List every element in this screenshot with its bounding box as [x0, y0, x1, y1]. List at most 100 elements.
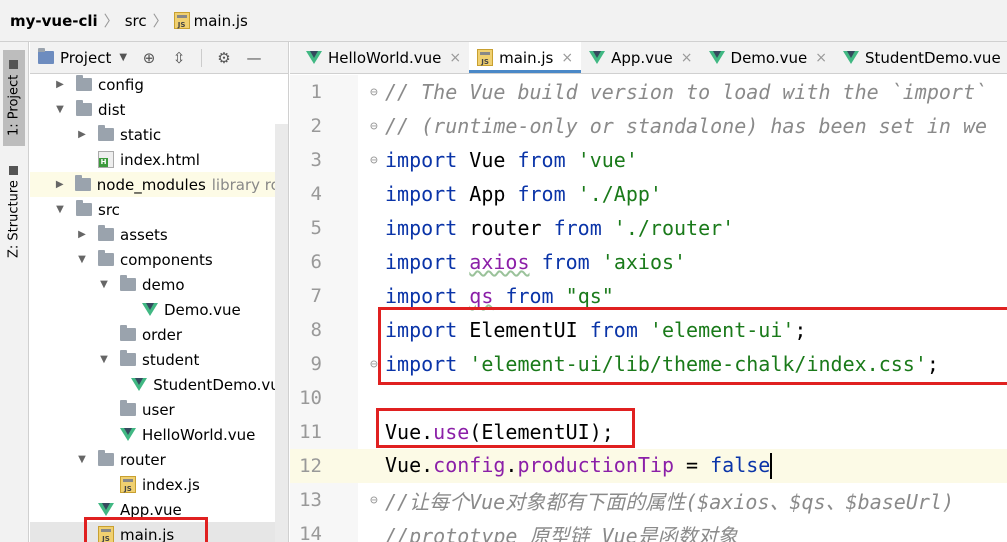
js-file-icon: JS	[173, 12, 190, 29]
editor-tab[interactable]: App.vue ×	[581, 42, 700, 73]
code-token: from	[517, 182, 566, 206]
chevron-right-icon: 〉	[152, 12, 168, 30]
code-token: './App'	[577, 182, 662, 206]
tree-item[interactable]: ▶ config	[30, 72, 288, 97]
tree-item-label: src	[98, 200, 120, 219]
breadcrumb-folder[interactable]: src	[125, 12, 147, 30]
breadcrumb-file[interactable]: JS main.js	[173, 12, 248, 30]
gear-icon[interactable]: ⚙	[216, 50, 232, 66]
tree-item[interactable]: ▼ router	[30, 447, 288, 472]
tree-item[interactable]: Demo.vue	[30, 297, 288, 322]
expand-arrow-icon[interactable]: ▶	[76, 229, 88, 240]
code-token: from	[517, 148, 566, 172]
editor-tab[interactable]: StudentDemo.vue	[835, 42, 1007, 73]
editor-tab-label: main.js	[499, 48, 554, 67]
tree-item-label: config	[98, 75, 144, 94]
tree-item-label: StudentDemo.vue	[153, 375, 289, 394]
code-line[interactable]: 14 //prototype 原型链 Vue是函数对象	[290, 517, 1007, 542]
project-panel: Project ▼ ⊕ ⇳ ⚙ — ▶ config ▼ dist ▶ static ind…	[30, 42, 289, 542]
code-token: import	[385, 216, 458, 240]
close-icon[interactable]: ×	[681, 50, 693, 66]
line-number: 7	[310, 285, 322, 307]
editor-tab[interactable]: HelloWorld.vue ×	[298, 42, 469, 73]
tree-item[interactable]: HelloWorld.vue	[30, 422, 288, 447]
project-tool-icon	[9, 59, 19, 69]
line-number: 9	[310, 353, 322, 375]
editor-tab[interactable]: JS main.js ×	[469, 42, 582, 73]
close-icon[interactable]: ×	[815, 50, 827, 66]
code-token: Vue.	[385, 452, 434, 477]
tree-item[interactable]: ▶ assets	[30, 222, 288, 247]
tree-item-label: order	[142, 325, 182, 344]
editor-tab-label: Demo.vue	[730, 48, 808, 67]
tree-item[interactable]: user	[30, 397, 288, 422]
tree-item[interactable]: JS index.js	[30, 472, 288, 497]
project-tool-tab[interactable]: 1: Project	[3, 50, 25, 146]
project-view-selector[interactable]: Project	[60, 49, 111, 67]
collapse-arrow-icon[interactable]: ▼	[76, 254, 88, 265]
tree-item[interactable]: ▶ node_modules library roo	[30, 172, 288, 197]
editor-tab[interactable]: Demo.vue ×	[701, 42, 835, 73]
text-caret	[770, 453, 773, 480]
close-icon[interactable]: ×	[449, 50, 461, 66]
line-number: 13	[299, 489, 322, 511]
code-line[interactable]: 12 Vue.config.productionTip = false	[290, 449, 1007, 483]
folder-icon	[120, 325, 136, 341]
code-line[interactable]: 4 import App from './App'	[290, 177, 1007, 211]
hide-panel-icon[interactable]: —	[246, 50, 262, 66]
code-text: import axios from 'axios'	[385, 250, 686, 274]
folder-icon	[76, 200, 92, 216]
code-token: router	[457, 216, 554, 240]
tree-item[interactable]: index.html	[30, 147, 288, 172]
collapse-arrow-icon[interactable]: ▼	[98, 354, 110, 365]
code-token: App	[457, 182, 518, 206]
tree-item[interactable]: ▼ student	[30, 347, 288, 372]
fold-marker-icon[interactable]: ⊖	[370, 119, 378, 134]
collapse-arrow-icon[interactable]: ▼	[54, 104, 66, 115]
fold-marker-icon[interactable]: ⊖	[370, 85, 378, 100]
tree-item[interactable]: ▼ demo	[30, 272, 288, 297]
code-line[interactable]: 1 ⊖ // The Vue build version to load with …	[290, 75, 1007, 109]
code-line[interactable]: 5 import router from './router'	[290, 211, 1007, 245]
code-text: Vue.config.productionTip = false	[385, 452, 773, 480]
chevron-down-icon[interactable]: ▼	[119, 52, 127, 63]
tree-item[interactable]: StudentDemo.vue	[30, 372, 289, 397]
tree-item-label: App.vue	[120, 500, 182, 519]
tree-item[interactable]: ▶ static	[30, 122, 288, 147]
fold-marker-icon[interactable]: ⊖	[370, 153, 378, 168]
expand-arrow-icon[interactable]: ▶	[76, 129, 88, 140]
code-line[interactable]: 13 ⊖ //让每个Vue对象都有下面的属性($axios、$qs、$baseUrl…	[290, 483, 1007, 517]
collapse-arrow-icon[interactable]: ▼	[54, 204, 66, 215]
tree-item[interactable]: ▼ src	[30, 197, 288, 222]
code-line[interactable]: 2 ⊖ // (runtime-only or standalone) has be…	[290, 109, 1007, 143]
line-number: 12	[299, 455, 322, 477]
structure-tool-tab[interactable]: Z: Structure	[3, 160, 25, 264]
code-line[interactable]: 3 ⊖ import Vue from 'vue'	[290, 143, 1007, 177]
tree-item-label: node_modules	[96, 175, 206, 194]
collapse-arrow-icon[interactable]: ▼	[98, 279, 110, 290]
tree-item[interactable]: ▼ dist	[30, 97, 288, 122]
project-scrollbar[interactable]	[275, 124, 288, 542]
vue-file-icon	[842, 51, 859, 64]
fold-marker-icon[interactable]: ⊖	[370, 493, 378, 508]
tree-item[interactable]: ▼ components	[30, 247, 288, 272]
close-icon[interactable]: ×	[561, 50, 573, 66]
expand-arrow-icon[interactable]: ▶	[54, 179, 65, 190]
code-line[interactable]: 6 import axios from 'axios'	[290, 245, 1007, 279]
fold-marker-icon[interactable]: ⊖	[370, 357, 378, 372]
chevron-right-icon: 〉	[103, 12, 119, 30]
collapse-arrow-icon[interactable]: ▼	[76, 454, 88, 465]
locate-target-icon[interactable]: ⊕	[141, 50, 157, 66]
annotation-box-elementui-import	[378, 307, 1007, 385]
breadcrumb-project[interactable]: my-vue-cli	[10, 12, 98, 30]
tree-item[interactable]: order	[30, 322, 288, 347]
expand-arrow-icon[interactable]: ▶	[54, 79, 66, 90]
vue-file-icon	[131, 378, 148, 391]
code-editor[interactable]: 1 ⊖ // The Vue build version to load with …	[290, 75, 1007, 542]
folder-icon	[120, 275, 136, 291]
collapse-all-icon[interactable]: ⇳	[171, 50, 187, 66]
